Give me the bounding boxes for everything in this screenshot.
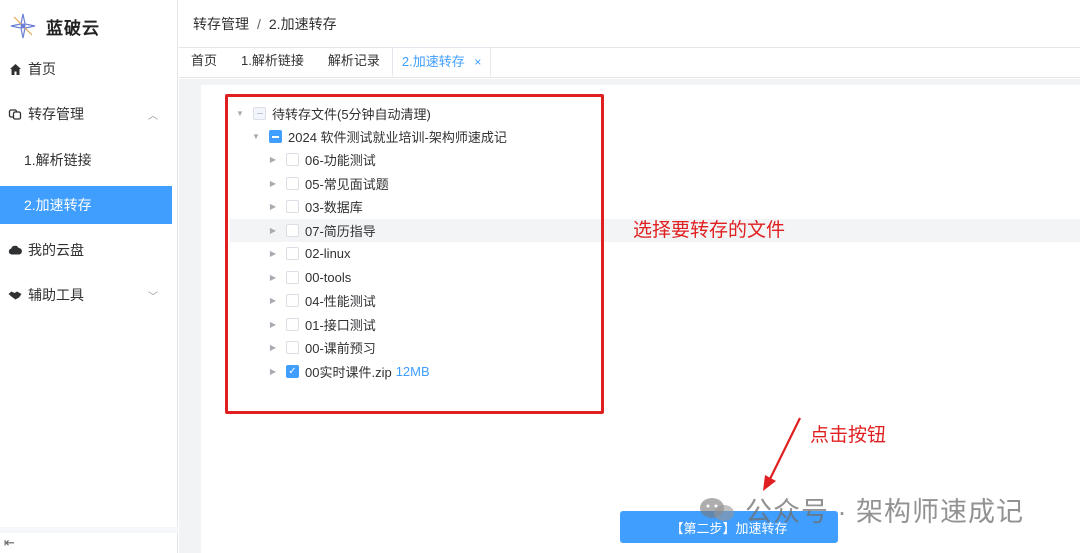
logo: 蓝破云 <box>8 8 100 44</box>
sidebar-item-tools[interactable]: 辅助工具 ﹀ <box>0 276 172 314</box>
app-name: 蓝破云 <box>46 18 100 38</box>
sidebar-divider <box>0 527 178 533</box>
tab-home[interactable]: 首页 <box>179 47 229 77</box>
collapse-sidebar-icon[interactable]: ⇤ <box>4 535 15 551</box>
tab-accelerated-transfer[interactable]: 2.加速转存 × <box>391 47 492 77</box>
sidebar: 蓝破云 首页 转存管理 ︿ 1.解析链接 2.加速转存 我的云盘 辅助工具 ﹀ … <box>0 0 178 553</box>
sidebar-item-label: 2.加速转存 <box>24 197 92 213</box>
cloud-icon <box>8 243 22 257</box>
sidebar-item-label: 辅助工具 <box>28 287 84 303</box>
sidebar-item-label: 首页 <box>28 61 56 77</box>
annotation-click-button: 点击按钮 <box>810 425 887 446</box>
tab-label: 解析记录 <box>327 53 380 68</box>
annotation-arrow-icon <box>763 417 801 491</box>
breadcrumb-separator: / <box>257 15 261 32</box>
tab-label: 1.解析链接 <box>241 53 304 68</box>
watermark: 公众号 · 架构师速成记 <box>697 490 1024 529</box>
sidebar-item-label: 我的云盘 <box>28 242 84 258</box>
sidebar-item-parse-link[interactable]: 1.解析链接 <box>0 141 172 179</box>
breadcrumb-parent[interactable]: 转存管理 <box>193 14 249 34</box>
sidebar-item-my-cloud[interactable]: 我的云盘 <box>0 231 172 269</box>
transfer-icon <box>8 107 22 121</box>
close-icon[interactable]: × <box>474 55 481 69</box>
tab-bar: 首页 1.解析链接 解析记录 2.加速转存 × <box>179 47 1080 78</box>
breadcrumb-current: 2.加速转存 <box>268 15 337 32</box>
sidebar-item-accelerated-transfer[interactable]: 2.加速转存 <box>0 186 172 224</box>
chevron-down-icon: ﹀ <box>148 291 158 303</box>
sidebar-item-transfer-management[interactable]: 转存管理 ︿ <box>0 95 172 133</box>
watermark-text: 公众号 · 架构师速成记 <box>745 497 1024 527</box>
tab-label: 首页 <box>191 53 218 68</box>
handshake-icon <box>8 288 22 302</box>
chevron-up-icon: ︿ <box>148 110 158 122</box>
logo-icon <box>10 13 36 39</box>
breadcrumb: 转存管理 / 2.加速转存 <box>179 0 1080 48</box>
tab-label: 2.加速转存 <box>401 54 465 69</box>
sidebar-item-label: 1.解析链接 <box>24 152 92 168</box>
tab-parse-records[interactable]: 解析记录 <box>316 47 392 77</box>
sidebar-item-label: 转存管理 <box>28 106 84 122</box>
home-icon <box>8 62 22 76</box>
annotation-highlight-box <box>225 94 604 414</box>
tab-parse-link[interactable]: 1.解析链接 <box>229 47 316 77</box>
wechat-icon <box>700 497 734 521</box>
annotation-select-files: 选择要转存的文件 <box>633 220 786 241</box>
app-window: 蓝破云 首页 转存管理 ︿ 1.解析链接 2.加速转存 我的云盘 辅助工具 ﹀ … <box>0 0 1080 553</box>
sidebar-item-home[interactable]: 首页 <box>0 50 172 88</box>
